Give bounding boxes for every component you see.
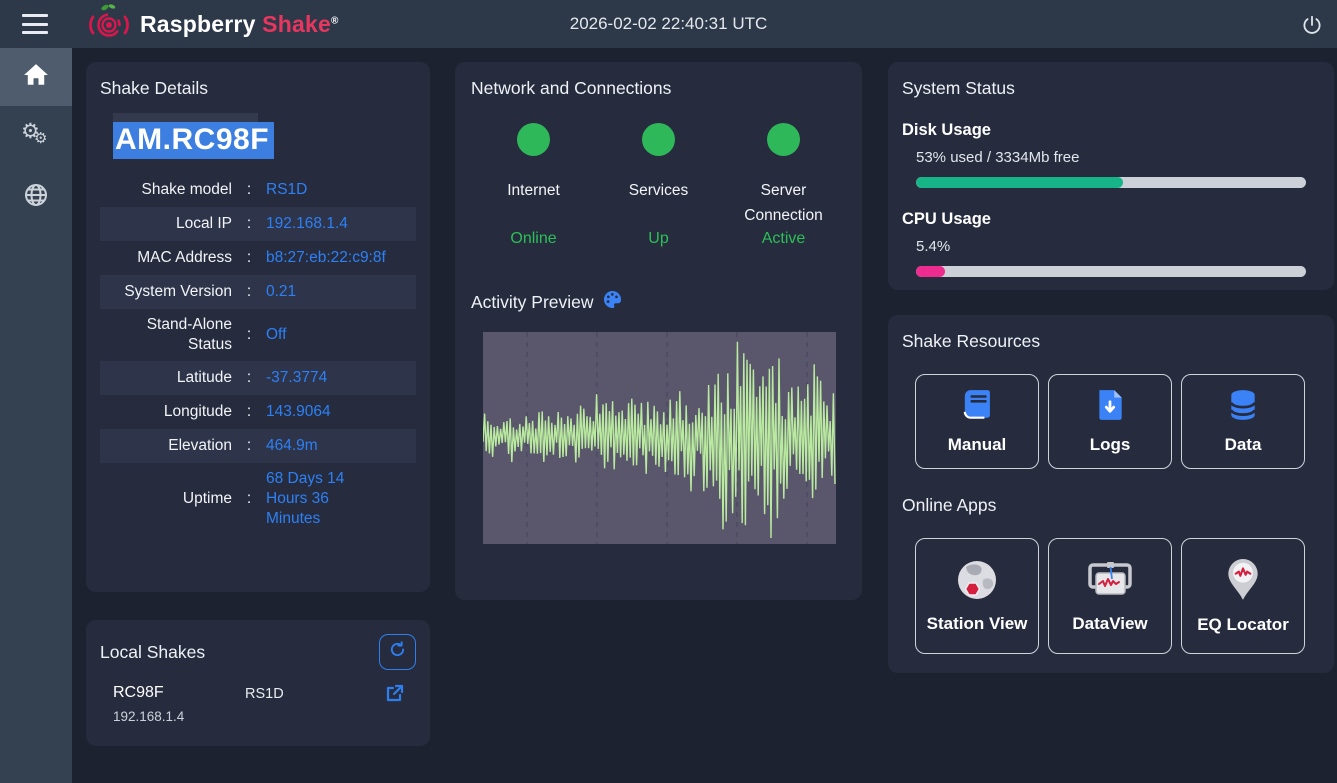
map-pin-wave-icon — [1225, 558, 1261, 607]
network-card: Network and Connections Internet Online … — [455, 62, 862, 600]
shake-resources-title: Shake Resources — [902, 331, 1320, 352]
activity-waveform-chart — [483, 332, 836, 549]
database-icon — [1226, 388, 1260, 427]
connection-server: Server Connection Active — [721, 123, 846, 248]
monitor-wave-icon — [1084, 559, 1136, 606]
connection-indicators: Internet Online Services Up Server Conne… — [471, 123, 846, 248]
refresh-button[interactable] — [379, 634, 416, 670]
home-icon — [23, 63, 49, 92]
table-row: Shake model : RS1D — [100, 173, 416, 207]
status-dot-green — [767, 123, 800, 156]
globe-station-icon — [956, 559, 998, 606]
local-shakes-card: Local Shakes RC98F 192.168.1.4 RS1D — [86, 620, 430, 746]
status-badge: Online — [510, 230, 556, 248]
station-view-button[interactable]: Station View — [915, 538, 1039, 654]
online-apps-title: Online Apps — [902, 495, 1320, 516]
data-button[interactable]: Data — [1181, 374, 1305, 469]
dataview-button[interactable]: DataView — [1048, 538, 1172, 654]
selection-artifact — [113, 113, 258, 122]
shake-details-card: Shake Details AM.RC98F Shake model : RS1… — [86, 62, 430, 592]
sidebar-item-settings[interactable]: ⚙⚙ — [0, 108, 72, 166]
raspberry-logo-icon — [88, 2, 130, 47]
connection-internet: Internet Online — [471, 123, 596, 248]
refresh-icon — [389, 641, 406, 663]
resource-buttons: Manual Logs — [915, 374, 1320, 469]
brand-logo: Raspberry Shake® — [88, 2, 339, 46]
sidebar-nav: ⚙⚙ — [0, 48, 72, 783]
top-bar: Raspberry Shake® 2026-02-02 22:40:31 UTC — [0, 0, 1337, 48]
local-shake-row: RC98F 192.168.1.4 RS1D — [100, 684, 416, 724]
table-row: Latitude : -37.3774 — [100, 361, 416, 395]
shake-details-table: Shake model : RS1D Local IP : 192.168.1.… — [100, 173, 416, 535]
cpu-usage-bar — [916, 266, 1306, 277]
table-row: Stand-Alone Status : Off — [100, 309, 416, 361]
local-shake-name: RC98F — [113, 684, 245, 702]
table-row: MAC Address : b8:27:eb:22:c9:8f — [100, 241, 416, 275]
shake-details-title: Shake Details — [100, 78, 416, 99]
disk-usage-label: Disk Usage — [902, 121, 1320, 140]
table-row: Local IP : 192.168.1.4 — [100, 207, 416, 241]
status-badge: Active — [762, 230, 806, 248]
online-app-buttons: Station View DataView — [915, 538, 1320, 654]
shake-resources-card: Shake Resources Manual — [888, 315, 1334, 673]
hamburger-menu-icon[interactable] — [22, 14, 50, 34]
file-download-icon — [1095, 388, 1125, 427]
globe-icon — [24, 183, 48, 212]
brand-name: Raspberry Shake® — [140, 11, 339, 38]
station-code: AM.RC98F — [113, 122, 274, 159]
book-icon — [959, 388, 995, 427]
cpu-usage-detail: 5.4% — [916, 238, 1320, 255]
system-status-title: System Status — [902, 78, 1320, 99]
connection-services: Services Up — [596, 123, 721, 248]
manual-button[interactable]: Manual — [915, 374, 1039, 469]
table-row: System Version : 0.21 — [100, 275, 416, 309]
external-link-icon[interactable] — [384, 684, 404, 709]
status-badge: Up — [648, 230, 668, 248]
map-pin-wave-icon-button[interactable]: EQ Locator — [1181, 538, 1305, 654]
table-row: Elevation : 464.9m — [100, 429, 416, 463]
cpu-usage-label: CPU Usage — [902, 210, 1320, 229]
disk-usage-detail: 53% used / 3334Mb free — [916, 149, 1320, 166]
activity-preview-title: Activity Preview — [471, 292, 594, 313]
logs-button[interactable]: Logs — [1048, 374, 1172, 469]
status-dot-green — [517, 123, 550, 156]
main-content: Shake Details AM.RC98F Shake model : RS1… — [72, 48, 1337, 783]
power-icon[interactable] — [1299, 12, 1325, 38]
table-row: Longitude : 143.9064 — [100, 395, 416, 429]
local-shakes-title: Local Shakes — [100, 642, 205, 663]
status-dot-green — [642, 123, 675, 156]
palette-icon[interactable] — [603, 290, 622, 314]
local-shake-ip: 192.168.1.4 — [113, 709, 245, 724]
gears-icon: ⚙⚙ — [21, 123, 51, 151]
sidebar-item-home[interactable] — [0, 48, 72, 106]
table-row: Uptime : 68 Days 14 Hours 36 Minutes — [100, 463, 416, 535]
sidebar-item-web[interactable] — [0, 168, 72, 226]
local-shake-model: RS1D — [245, 684, 355, 702]
network-title: Network and Connections — [471, 78, 846, 99]
disk-usage-bar — [916, 177, 1306, 188]
system-status-card: System Status Disk Usage 53% used / 3334… — [888, 62, 1334, 290]
